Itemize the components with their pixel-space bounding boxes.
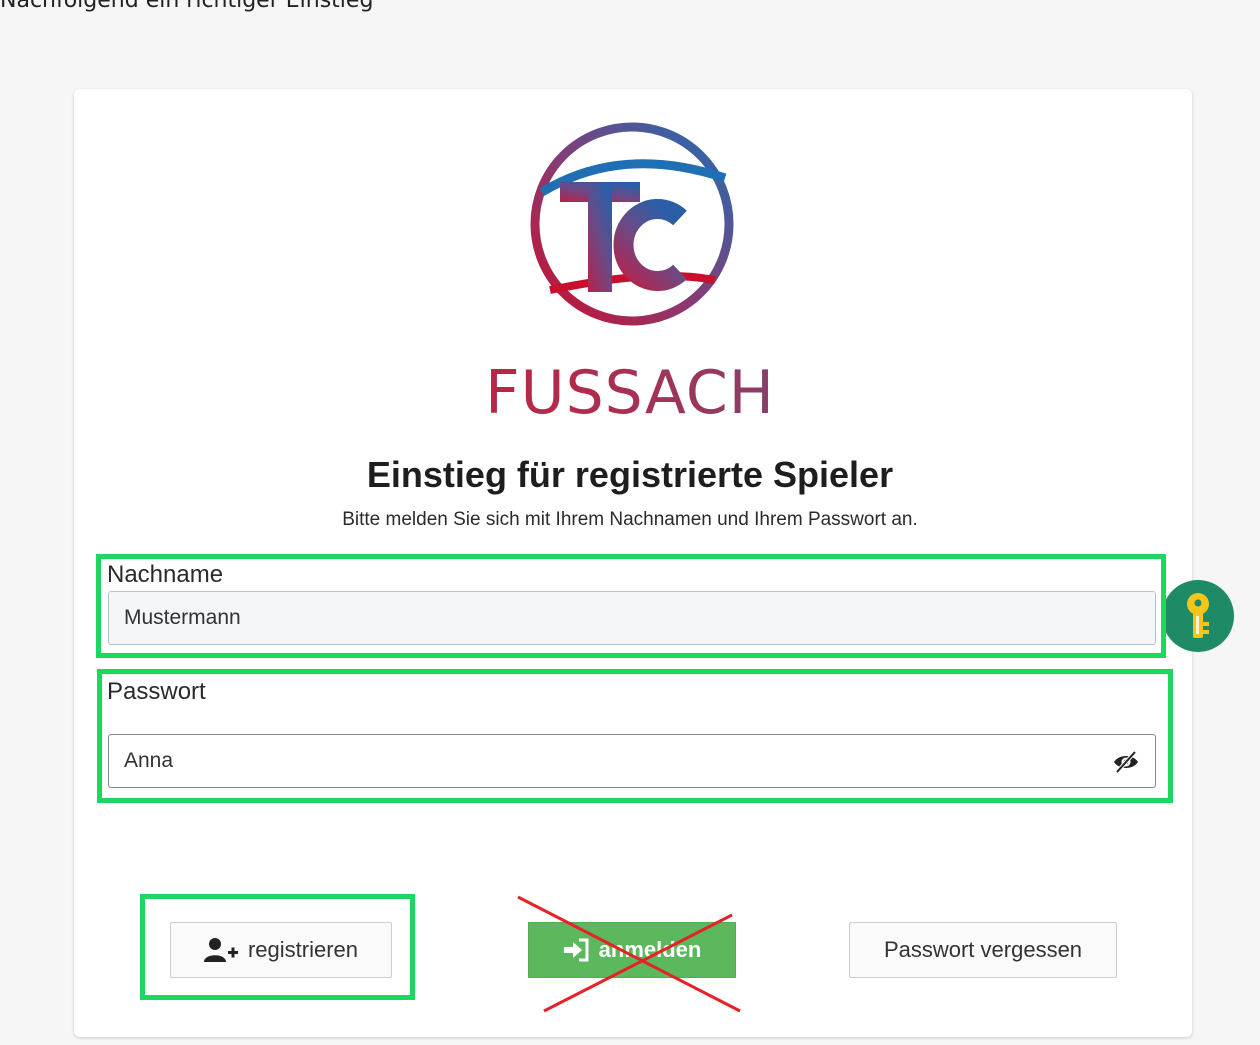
brand-name: FUSSACH <box>0 358 1260 428</box>
password-manager-key-button[interactable] <box>1162 580 1234 652</box>
register-button[interactable]: registrieren <box>170 922 392 978</box>
key-icon <box>1187 593 1209 638</box>
page-subtitle: Bitte melden Sie sich mit Ihrem Nachname… <box>342 509 918 530</box>
forgot-password-label: Passwort vergessen <box>883 937 1083 962</box>
page-title: Einstieg für registrierte Spieler <box>366 454 894 495</box>
login-button[interactable]: anmelden <box>528 922 736 978</box>
password-input[interactable] <box>108 734 1156 788</box>
annotation-caption: Nachfolgend ein richtiger Einstieg <box>0 0 374 13</box>
login-label: anmelden <box>598 937 702 962</box>
club-logo: TC <box>530 122 734 326</box>
sign-in-icon <box>563 938 589 962</box>
eye-slash-icon[interactable] <box>1112 750 1140 774</box>
user-plus-icon <box>203 938 238 962</box>
lastname-input[interactable] <box>108 591 1156 645</box>
lastname-label: Nachname <box>107 561 224 588</box>
register-label: registrieren <box>247 937 359 962</box>
forgot-password-button[interactable]: Passwort vergessen <box>849 922 1117 978</box>
password-label: Passwort <box>107 678 206 705</box>
